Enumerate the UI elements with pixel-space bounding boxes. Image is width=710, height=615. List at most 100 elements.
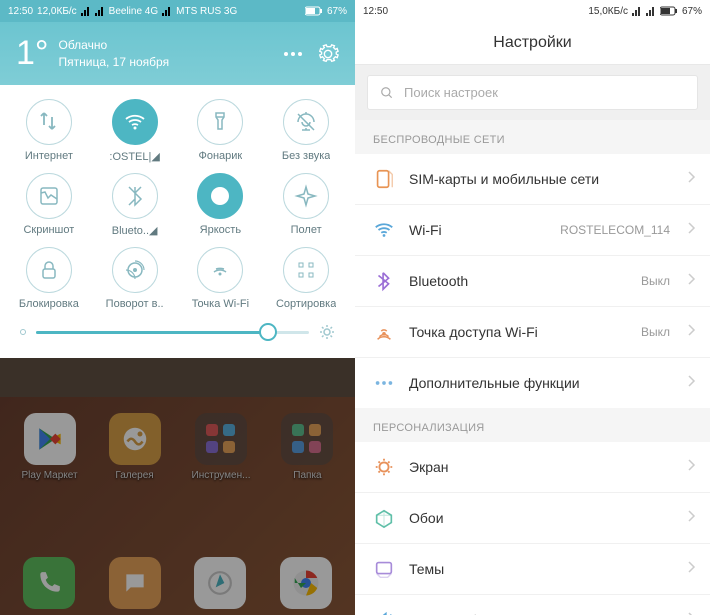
home-app[interactable]: Инструмен...	[192, 413, 251, 481]
app-label: Инструмен...	[192, 470, 251, 481]
mute-icon	[283, 99, 329, 145]
chevron-right-icon	[688, 323, 696, 341]
qs-tile-label: Блокировка	[19, 298, 79, 310]
settings-item-label: Точка доступа Wi-Fi	[409, 324, 627, 340]
qs-tile-label: Blueto..◢	[112, 224, 158, 237]
qs-tile-bluetooth[interactable]: Blueto..◢	[95, 173, 175, 237]
qs-tile-label: Точка Wi-Fi	[192, 298, 249, 310]
signal-icon	[632, 6, 642, 16]
signal-icon	[162, 6, 172, 16]
more-icon[interactable]	[283, 51, 303, 57]
browser-app-icon[interactable]	[194, 557, 246, 609]
wallpaper-icon	[373, 507, 395, 529]
settings-item-label: Экран	[409, 459, 674, 475]
hotspot-icon	[197, 247, 243, 293]
chevron-right-icon	[688, 272, 696, 290]
settings-item-more[interactable]: Дополнительные функции	[355, 358, 710, 408]
bluetooth-icon	[373, 270, 395, 292]
flashlight-icon	[197, 99, 243, 145]
themes-icon	[373, 558, 395, 580]
qs-tile-label: :OSTEL|◢	[109, 150, 159, 163]
weather-date: Пятница, 17 ноября	[59, 54, 170, 71]
brightness-track[interactable]	[36, 331, 309, 334]
settings-item-themes[interactable]: Темы	[355, 544, 710, 595]
qs-tile-rotate[interactable]: Поворот в..	[95, 247, 175, 310]
sort-icon	[283, 247, 329, 293]
more-icon	[373, 372, 395, 394]
screenshot-icon	[26, 173, 72, 219]
airplane-icon	[283, 173, 329, 219]
qs-tile-brightness[interactable]: A Яркость	[180, 173, 260, 237]
sim-icon	[373, 168, 395, 190]
svg-text:A: A	[216, 191, 224, 203]
home-app[interactable]: Галерея	[109, 413, 161, 481]
qs-tile-hotspot[interactable]: Точка Wi-Fi	[180, 247, 260, 310]
lock-icon	[26, 247, 72, 293]
settings-item-label: Темы	[409, 561, 674, 577]
qs-tile-label: Без звука	[282, 150, 331, 162]
chevron-right-icon	[688, 221, 696, 239]
qs-tile-label: Сортировка	[276, 298, 336, 310]
status-bar-left: 12:50 12,0КБ/с Beeline 4G MTS RUS 3G 67%	[0, 0, 355, 22]
phone-quick-settings: 12:50 12,0КБ/с Beeline 4G MTS RUS 3G 67%…	[0, 0, 355, 615]
hotspot-icon	[373, 321, 395, 343]
settings-item-bluetooth[interactable]: BluetoothВыкл	[355, 256, 710, 307]
qs-tile-screenshot[interactable]: Скриншот	[9, 173, 89, 237]
home-app[interactable]: Play Маркет	[21, 413, 77, 481]
settings-item-value: ROSTELECOM_114	[560, 223, 670, 237]
battery-icon	[660, 6, 678, 16]
status-speed: 15,0КБ/с	[588, 6, 628, 17]
qs-tile-label: Интернет	[25, 150, 73, 162]
qs-tile-swap[interactable]: Интернет	[9, 99, 89, 163]
qs-tile-sort[interactable]: Сортировка	[266, 247, 346, 310]
weather-header[interactable]: 1° Облачно Пятница, 17 ноября	[0, 22, 355, 85]
chevron-right-icon	[688, 611, 696, 615]
page-title: Настройки	[355, 22, 710, 65]
qs-tile-mute[interactable]: Без звука	[266, 99, 346, 163]
qs-tile-flashlight[interactable]: Фонарик	[180, 99, 260, 163]
settings-item-sim[interactable]: SIM-карты и мобильные сети	[355, 154, 710, 205]
section-header: ПЕРСОНАЛИЗАЦИЯ	[355, 408, 710, 442]
qs-tile-label: Поворот в..	[106, 298, 164, 310]
gear-icon[interactable]	[317, 43, 339, 65]
settings-item-wallpaper[interactable]: Обои	[355, 493, 710, 544]
qs-tile-lock[interactable]: Блокировка	[9, 247, 89, 310]
signal-icon	[81, 6, 91, 16]
weather-condition: Облачно	[59, 37, 170, 54]
wifi-icon	[373, 219, 395, 241]
chevron-right-icon	[688, 509, 696, 527]
app-label: Галерея	[115, 470, 153, 481]
chrome-app-icon[interactable]	[280, 557, 332, 609]
qs-tile-label: Яркость	[200, 224, 241, 236]
brightness-icon: A	[197, 173, 243, 219]
settings-item-wifi[interactable]: Wi-FiROSTELECOM_114	[355, 205, 710, 256]
settings-item-label: Bluetooth	[409, 273, 627, 289]
swap-icon	[26, 99, 72, 145]
qs-tile-airplane[interactable]: Полет	[266, 173, 346, 237]
search-input[interactable]: Поиск настроек	[367, 75, 698, 110]
qs-tile-wifi[interactable]: :OSTEL|◢	[95, 99, 175, 163]
search-placeholder: Поиск настроек	[404, 85, 498, 100]
wifi-icon	[112, 99, 158, 145]
settings-item-display[interactable]: Экран	[355, 442, 710, 493]
settings-item-sound[interactable]: Звук и вибрация	[355, 595, 710, 615]
settings-item-hotspot[interactable]: Точка доступа Wi-Fi Выкл	[355, 307, 710, 358]
brightness-slider[interactable]	[6, 320, 349, 350]
phone-app-icon[interactable]	[23, 557, 75, 609]
carrier1: Beeline 4G	[109, 6, 158, 17]
settings-item-value: Выкл	[641, 325, 670, 339]
home-app[interactable]: Папка	[281, 413, 333, 481]
qs-tile-label: Фонарик	[199, 150, 243, 162]
messages-app-icon[interactable]	[109, 557, 161, 609]
battery-icon	[305, 6, 323, 16]
rotate-icon	[112, 247, 158, 293]
chevron-right-icon	[688, 170, 696, 188]
settings-item-label: Обои	[409, 510, 674, 526]
settings-item-label: Дополнительные функции	[409, 375, 674, 391]
phone-settings: 12:50 15,0КБ/с 67% Настройки Поиск настр…	[355, 0, 710, 615]
brightness-min-icon	[20, 329, 26, 335]
search-icon	[380, 86, 394, 100]
sound-icon	[373, 609, 395, 615]
display-icon	[373, 456, 395, 478]
quick-settings-panel: Интернет :OSTEL|◢ Фонарик Без звука Скриншот…	[0, 85, 355, 358]
